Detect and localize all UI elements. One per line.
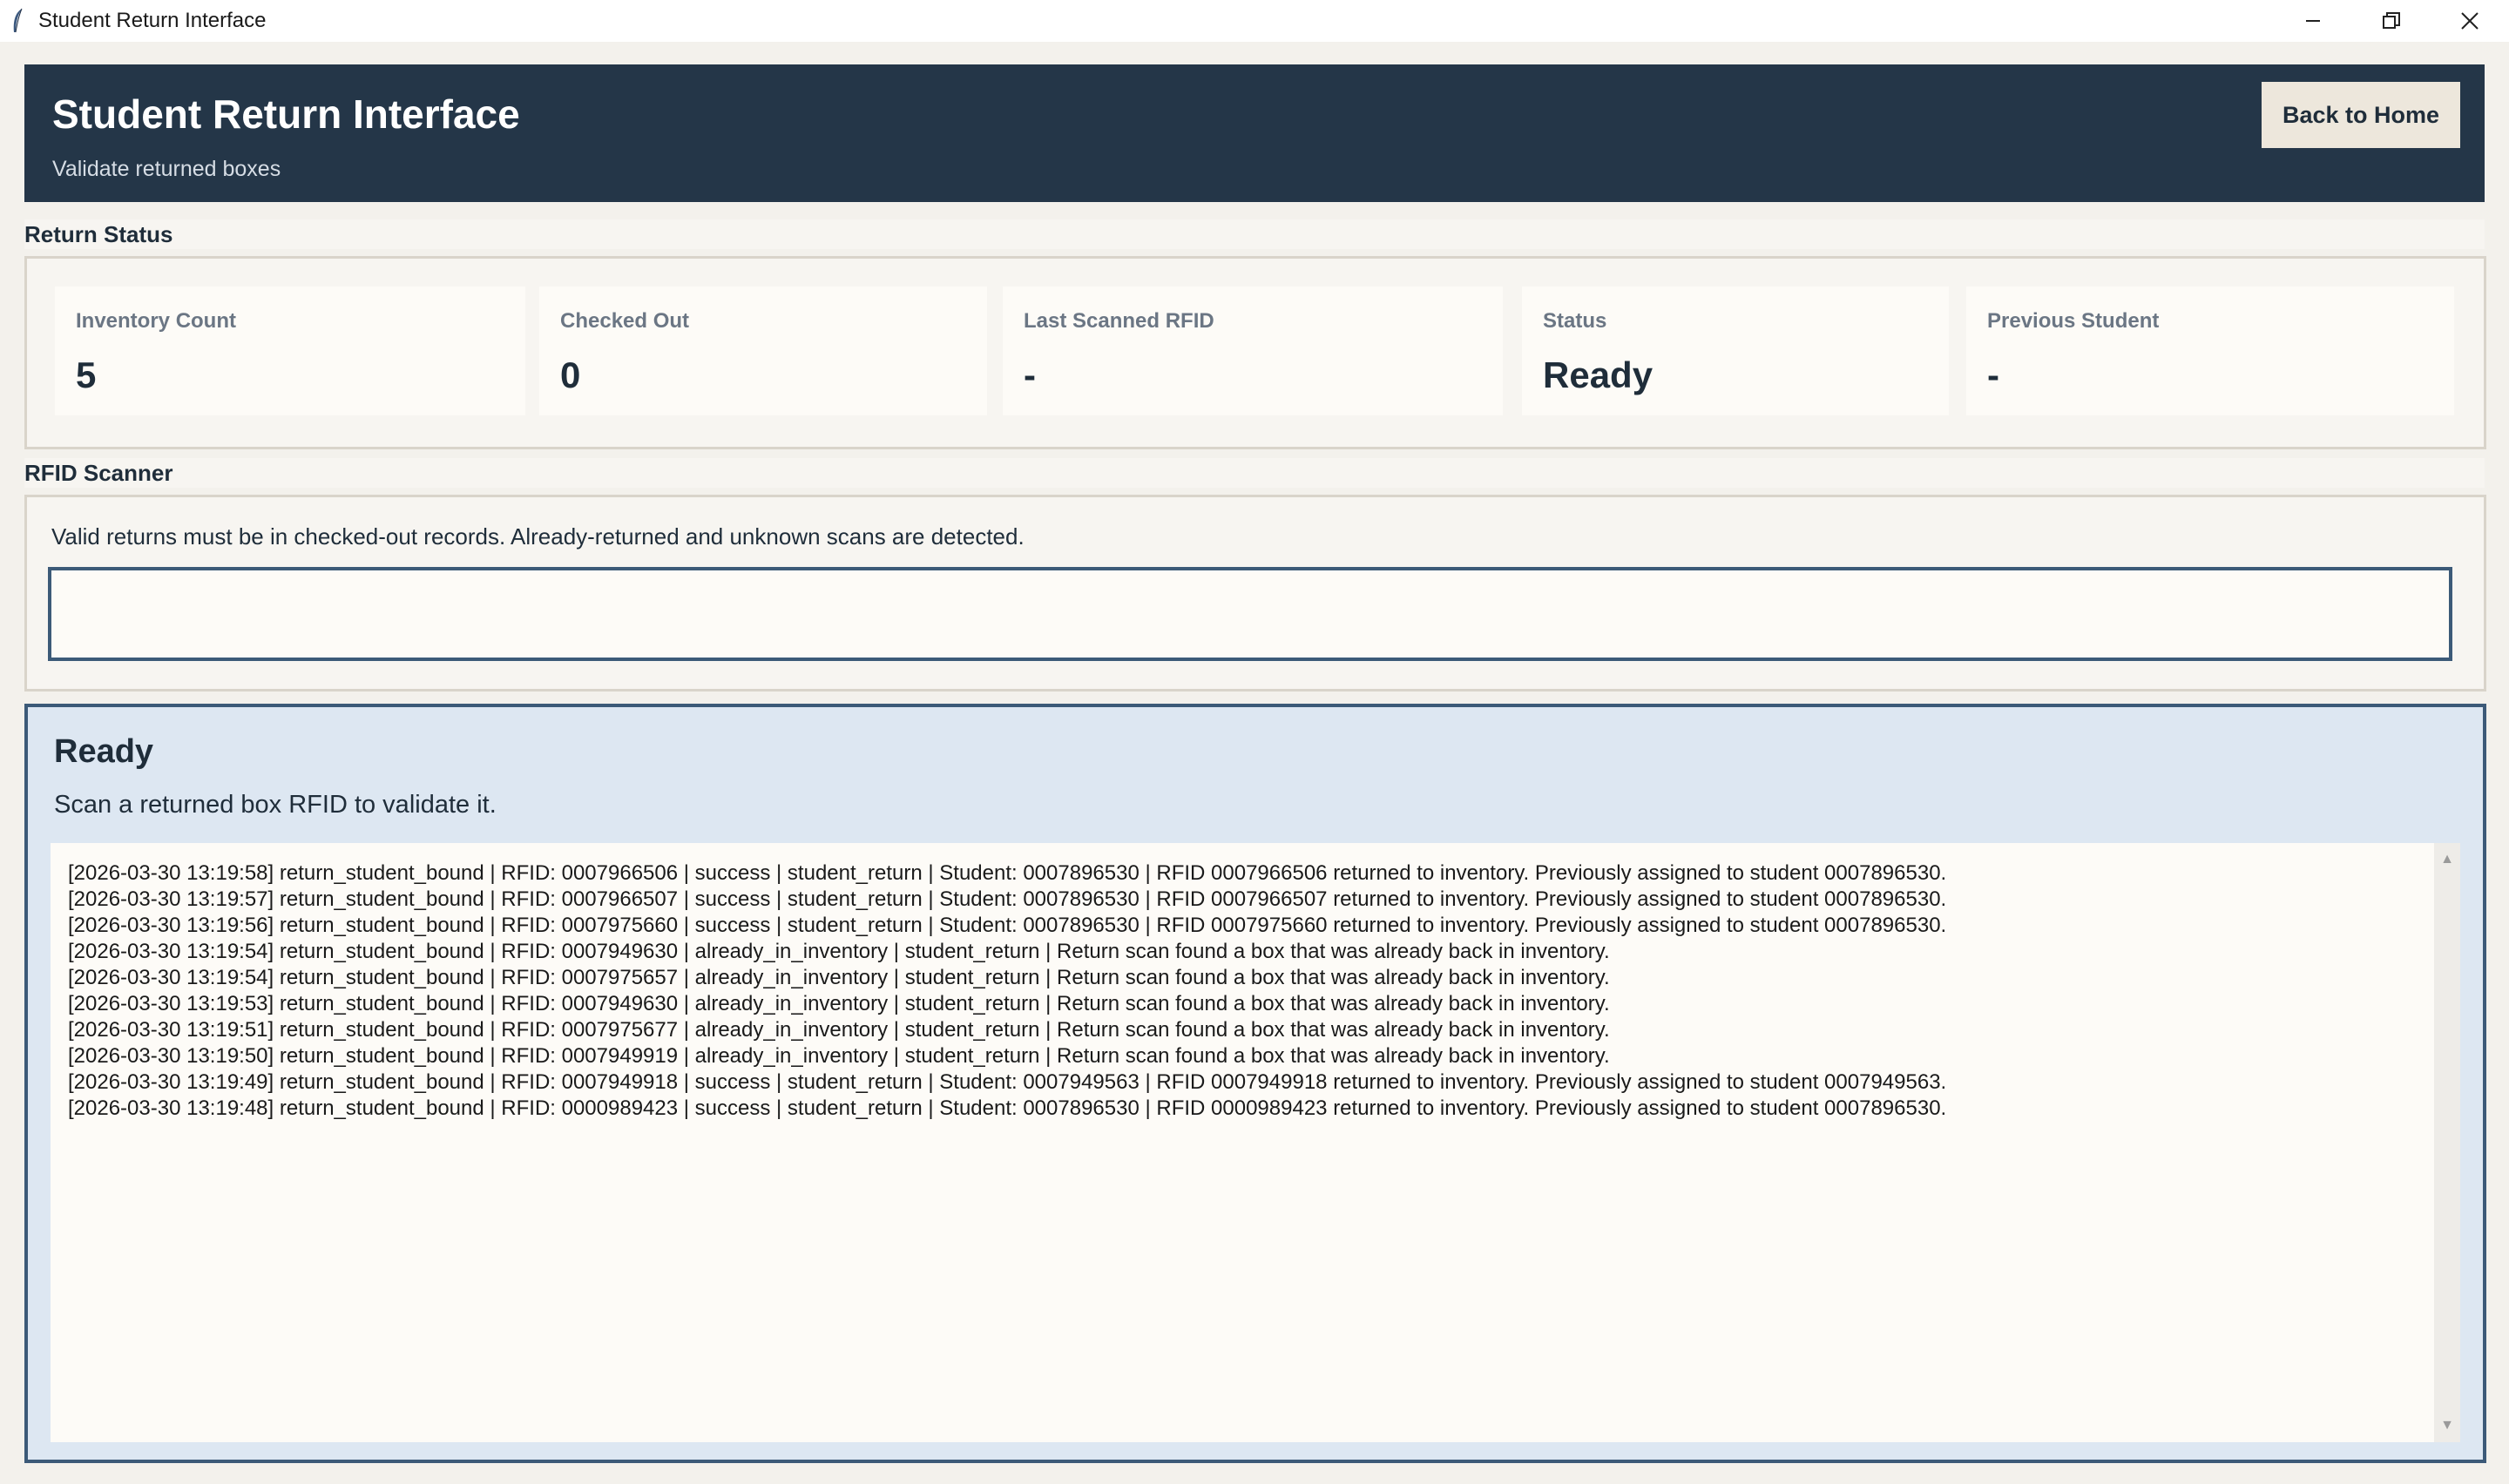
stat-value: - bbox=[1024, 354, 1036, 395]
stat-label: Checked Out bbox=[560, 309, 690, 333]
scroll-down-icon[interactable]: ▼ bbox=[2434, 1413, 2460, 1439]
log-lines: [2026-03-30 13:19:58] return_student_bou… bbox=[68, 860, 2420, 1122]
activity-log[interactable]: [2026-03-30 13:19:58] return_student_bou… bbox=[51, 843, 2460, 1442]
log-line: [2026-03-30 13:19:49] return_student_bou… bbox=[68, 1070, 1947, 1094]
result-panel: Ready Scan a returned box RFID to valida… bbox=[24, 704, 2486, 1463]
rfid-scanner-label: RFID Scanner bbox=[24, 458, 2485, 488]
return-status-panel: Inventory Count 5 Checked Out 0 Last Sca… bbox=[24, 256, 2486, 449]
return-status-label: Return Status bbox=[24, 219, 2485, 249]
scanner-hint: Valid returns must be in checked-out rec… bbox=[51, 523, 1025, 550]
log-line: [2026-03-30 13:19:54] return_student_bou… bbox=[68, 966, 1610, 989]
stat-label: Last Scanned RFID bbox=[1024, 309, 1214, 333]
close-icon[interactable] bbox=[2431, 0, 2509, 42]
log-line: [2026-03-30 13:19:57] return_student_bou… bbox=[68, 887, 1947, 911]
stat-value: Ready bbox=[1543, 354, 1654, 395]
result-title: Ready bbox=[54, 733, 154, 770]
log-scrollbar[interactable]: ▲ ▼ bbox=[2434, 843, 2460, 1442]
stat-card-previous-student: Previous Student - bbox=[1966, 287, 2454, 415]
back-to-home-button[interactable]: Back to Home bbox=[2262, 82, 2460, 148]
stat-value: 5 bbox=[76, 354, 97, 395]
stat-card-status: Status Ready bbox=[1522, 287, 1949, 415]
stat-label: Previous Student bbox=[1987, 309, 2160, 333]
rfid-scanner-panel: Valid returns must be in checked-out rec… bbox=[24, 495, 2486, 691]
log-line: [2026-03-30 13:19:51] return_student_bou… bbox=[68, 1018, 1610, 1042]
log-line: [2026-03-30 13:19:54] return_student_bou… bbox=[68, 940, 1610, 963]
log-line: [2026-03-30 13:19:50] return_student_bou… bbox=[68, 1044, 1610, 1068]
header-banner: Student Return Interface Validate return… bbox=[24, 64, 2485, 202]
rfid-input[interactable] bbox=[48, 567, 2452, 661]
minimize-icon[interactable] bbox=[2274, 0, 2352, 42]
stat-label: Inventory Count bbox=[76, 309, 236, 333]
stat-card-checked-out: Checked Out 0 bbox=[539, 287, 987, 415]
window-title: Student Return Interface bbox=[38, 9, 267, 32]
stat-card-last-scanned-rfid: Last Scanned RFID - bbox=[1003, 287, 1503, 415]
feather-icon bbox=[9, 8, 26, 34]
maximize-icon[interactable] bbox=[2352, 0, 2431, 42]
stat-value: 0 bbox=[560, 354, 581, 395]
log-line: [2026-03-30 13:19:53] return_student_bou… bbox=[68, 992, 1610, 1015]
log-line: [2026-03-30 13:19:48] return_student_bou… bbox=[68, 1096, 1947, 1120]
window-controls bbox=[2274, 0, 2509, 42]
result-message: Scan a returned box RFID to validate it. bbox=[54, 791, 497, 819]
app-window: Student Return Interface Student Return … bbox=[0, 0, 2509, 1484]
title-bar: Student Return Interface bbox=[0, 0, 2509, 42]
scroll-up-icon[interactable]: ▲ bbox=[2434, 847, 2460, 873]
page-subtitle: Validate returned boxes bbox=[52, 157, 281, 181]
page-title: Student Return Interface bbox=[52, 91, 520, 137]
log-line: [2026-03-30 13:19:58] return_student_bou… bbox=[68, 861, 1947, 885]
stat-label: Status bbox=[1543, 309, 1607, 333]
stat-value: - bbox=[1987, 354, 1999, 395]
stat-card-inventory-count: Inventory Count 5 bbox=[55, 287, 525, 415]
log-line: [2026-03-30 13:19:56] return_student_bou… bbox=[68, 914, 1947, 937]
